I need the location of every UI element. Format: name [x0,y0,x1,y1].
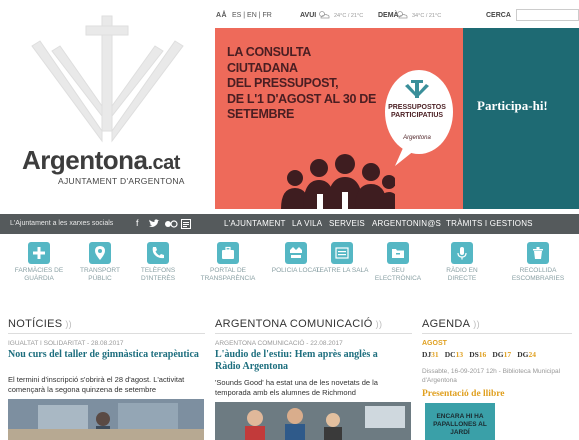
comms-headline[interactable]: L'àudio de l'estiu: Hem après anglès a R… [215,349,405,373]
rss-icon[interactable]: )) [473,319,480,329]
participate-panel[interactable]: Participa-hi! [463,28,579,209]
quick-link-label: TEATRE LA SALA [315,267,369,274]
agenda-event-title[interactable]: Presentació de llibre [422,389,505,399]
banner-title: LA CONSULTA CIUTADANA DEL PRESSUPOST, DE… [227,45,377,123]
quick-link-label: PORTAL DE TRANSPARÈNCIA [200,267,256,282]
news-meta: IGUALTAT I SOLIDARITAT - 28.08.2017 [8,340,124,347]
nav-item-tramits[interactable]: TRÀMITS I GESTIONS [446,219,533,228]
people-group-icon [281,154,395,209]
microphone-icon [451,242,473,264]
news-title-text: NOTÍCIES [8,318,63,330]
theatre-icon [331,242,353,264]
coat-of-arms-watermark-icon [31,15,184,143]
facebook-icon[interactable]: f [136,218,139,228]
quick-link-e-office[interactable]: SEU ELECTRÒNICA [368,242,428,283]
quick-link-label: FARMÀCIES DE GUÀRDIA [14,267,64,282]
news-photo[interactable] [8,399,204,440]
flickr-icon[interactable] [164,220,178,228]
quick-link-label: TRANSPORT PÚBLIC [80,267,120,282]
agenda-day[interactable]: DG17 [492,350,511,359]
bin-icon [527,242,549,264]
quick-link-label: RECOLLIDA ESCOMBRARIES [511,267,565,282]
twitter-icon[interactable] [148,219,160,229]
radio-studio-image [215,402,411,440]
plus-icon [28,242,50,264]
logo-name: Argentona [22,145,148,175]
gym-scene-image [8,399,204,440]
banner-title-line: SETEMBRE [227,107,295,121]
agenda-month: AGOST [422,340,447,347]
banner-bubble-text: PRESSUPOSTOS PARTICIPATIUS [388,104,446,119]
folder-icon [387,242,409,264]
divider [215,333,412,334]
social-label: L'Ajuntament a les xarxes socials [10,220,114,227]
news-summary: El termini d'inscripció s'obrirà el 28 d… [8,375,185,394]
nav-item-serveis[interactable]: SERVEIS [329,219,365,228]
nav-item-argentoninas[interactable]: ARGENTONIN@S [372,219,441,228]
comms-summary: 'Sounds Good' ha estat una de les noveta… [215,378,378,397]
utility-bar: AÅ ES | EN | FR AVUI 24°C / 21°C DEMÀ 34… [216,9,579,24]
agenda-title-text: AGENDA [422,318,471,330]
logo-tld: .cat [147,152,181,174]
rss-feed-icon[interactable] [181,219,191,229]
quick-link-label: TELÈFONS D'INTERÈS [140,267,176,282]
police-icon [285,242,307,264]
rss-icon[interactable]: )) [65,319,72,329]
agenda-day-strip: DJ31 DC13 DS16 DG17 DG24 [422,350,540,359]
agenda-event-poster[interactable]: ENCARA HI HA PAPALLONES AL JARDÍ [425,403,495,440]
banner-title-line: LA CONSULTA CIUTADANA [227,45,311,75]
divider [422,333,572,334]
weather-today-label: AVUI [300,12,317,19]
quick-link-waste[interactable]: RECOLLIDA ESCOMBRARIES [508,242,568,283]
banner-bubble-sign: Argentona [403,135,431,141]
cloud-sun-icon [319,11,330,19]
quick-link-label: SEU ELECTRÒNICA [374,267,422,282]
poster-text: ENCARA HI HA PAPALLONES AL JARDÍ [433,413,487,436]
quick-link-phones[interactable]: TELÈFONS D'INTERÈS [128,242,188,283]
agenda-day[interactable]: DS16 [469,350,486,359]
briefcase-icon [217,242,239,264]
agenda-section-title[interactable]: AGENDA)) [422,318,480,330]
comms-section-title[interactable]: ARGENTONA COMUNICACIÓ)) [215,318,382,330]
search-label: CERCA [486,12,511,19]
weather-today-temp: 24°C / 21°C [334,13,364,19]
rss-icon[interactable]: )) [376,319,383,329]
quick-link-transport[interactable]: TRANSPORT PÚBLIC [70,242,130,283]
phone-icon [147,242,169,264]
banner-title-line: DE L'1 D'AGOST AL 30 DE [227,91,377,106]
search-input[interactable] [516,9,579,21]
cloud-sun-icon [397,11,408,19]
agenda-day[interactable]: DC13 [445,350,463,359]
nav-item-la-vila[interactable]: LA VILA [292,219,322,228]
comms-title-text: ARGENTONA COMUNICACIÓ [215,318,373,330]
logo-area[interactable]: Argentona.cat AJUNTAMENT D'ARGENTONA [0,0,215,210]
news-headline[interactable]: Nou curs del taller de gimnàstica terapè… [8,349,204,361]
news-section-title[interactable]: NOTÍCIES)) [8,318,72,330]
language-selector[interactable]: ES | EN | FR [232,12,272,19]
divider [8,333,205,334]
map-pin-icon [89,242,111,264]
weather-tomorrow-temp: 34°C / 21°C [412,13,442,19]
quick-link-theatre[interactable]: TEATRE LA SALA [312,242,372,275]
quick-link-radio[interactable]: RÀDIO EN DIRECTE [432,242,492,283]
agenda-day[interactable]: DJ31 [422,350,439,359]
comms-photo[interactable] [215,402,411,440]
participate-link[interactable]: Participa-hi! [477,98,548,114]
main-navbar: L'Ajuntament a les xarxes socials f L'AJ… [0,214,579,234]
budget-consultation-banner[interactable]: LA CONSULTA CIUTADANA DEL PRESSUPOST, DE… [215,28,463,209]
comms-meta: ARGENTONA COMUNICACIÓ - 22.08.2017 [215,340,343,347]
agenda-event-meta: Dissabte, 16-09-2017 12h - Biblioteca Mu… [422,368,561,384]
agenda-day[interactable]: DG24 [517,350,536,359]
banner-title-line: DEL PRESSUPOST, [227,76,339,90]
logo-subtitle: AJUNTAMENT D'ARGENTONA [58,176,185,186]
quick-link-label: RÀDIO EN DIRECTE [446,267,478,282]
quick-link-pharmacies[interactable]: FARMÀCIES DE GUÀRDIA [9,242,69,283]
text-size-toggle[interactable]: AÅ [216,12,227,19]
site-logo[interactable]: Argentona.cat [22,145,180,176]
quick-link-transparency[interactable]: PORTAL DE TRANSPARÈNCIA [198,242,258,283]
nav-item-ajuntament[interactable]: L'AJUNTAMENT [224,219,286,228]
